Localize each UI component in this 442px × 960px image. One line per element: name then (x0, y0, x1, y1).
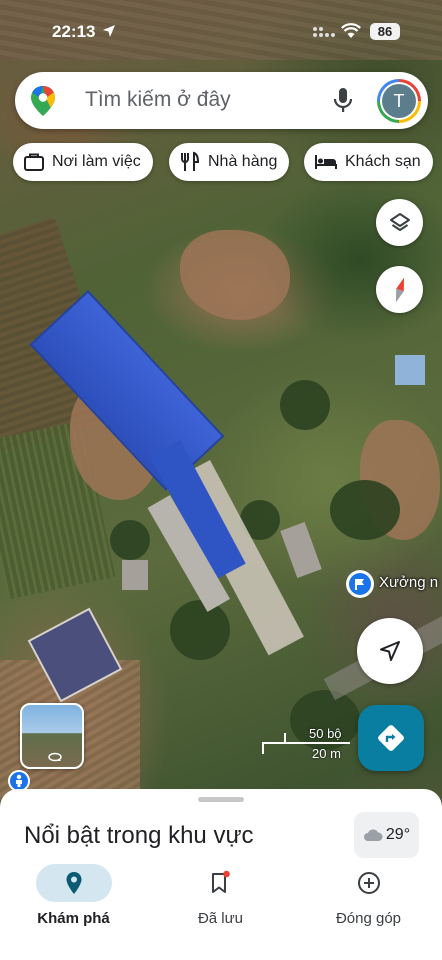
map-trees (110, 520, 150, 560)
nav-explore[interactable]: Khám phá (0, 860, 147, 932)
status-time: 22:13 (52, 22, 96, 41)
bottom-navigation: Khám phá Đã lưu Đóng góp (0, 860, 442, 960)
microphone-icon[interactable] (331, 86, 355, 116)
nav-pill (183, 864, 259, 902)
nav-contribute[interactable]: Đóng góp (295, 860, 442, 932)
nav-pill (331, 864, 407, 902)
weather-temp: 29° (385, 826, 411, 843)
plus-circle-icon (357, 872, 380, 894)
nav-label: Đóng góp (335, 910, 402, 927)
search-bar[interactable]: Tìm kiếm ở đây T (15, 72, 428, 129)
nav-label: Đã lưu (197, 910, 244, 927)
compass-button[interactable] (376, 266, 423, 313)
place-marker[interactable] (346, 570, 374, 598)
weather-badge[interactable]: 29° (354, 812, 419, 858)
nav-saved[interactable]: Đã lưu (147, 860, 294, 932)
chip-label: Khách sạn (345, 153, 421, 170)
bed-icon (315, 155, 337, 169)
map-house (280, 522, 322, 578)
compass-icon (395, 277, 404, 302)
place-label[interactable]: Xưởng n (379, 574, 438, 591)
sheet-title: Nổi bật trong khu vực (24, 822, 254, 849)
cloud-icon (363, 829, 383, 841)
wifi-icon (341, 23, 361, 38)
chip-restaurants[interactable]: Nhà hàng (169, 143, 290, 181)
scale-imperial: 50 bộ (309, 726, 342, 741)
navigation-arrow-icon (380, 641, 400, 661)
rotate-360-icon (48, 752, 62, 762)
map-trees (170, 600, 230, 660)
status-bar: 22:13 86 (0, 0, 442, 60)
scale-metric: 20 m (312, 746, 341, 761)
battery-indicator: 86 (370, 23, 400, 40)
map-house (395, 355, 425, 385)
map-trees (330, 480, 400, 540)
briefcase-icon (24, 153, 44, 171)
map-house (122, 560, 148, 590)
location-arrow-icon (103, 25, 115, 37)
flag-icon (355, 578, 364, 590)
scale-bar (262, 742, 350, 744)
fork-knife-icon (181, 151, 200, 171)
bookmark-icon (211, 870, 230, 893)
person-icon (16, 774, 22, 787)
layers-icon (389, 212, 410, 231)
maps-pin-logo-icon (31, 86, 55, 116)
chip-workplace[interactable]: Nơi làm việc (13, 143, 153, 181)
scale-tick (262, 742, 264, 754)
avatar-initial: T (382, 84, 416, 118)
layers-button[interactable] (376, 199, 423, 246)
account-avatar[interactable]: T (377, 79, 421, 123)
map-trees (280, 380, 330, 430)
map-dirt (180, 230, 290, 320)
search-input[interactable]: Tìm kiếm ở đây (85, 88, 231, 112)
explore-pin-icon (66, 872, 81, 894)
map-trees (290, 690, 360, 750)
my-location-button[interactable] (357, 618, 423, 684)
street-view-thumbnail[interactable] (20, 703, 84, 769)
sheet-drag-handle[interactable] (198, 797, 244, 802)
chip-label: Nhà hàng (208, 153, 278, 170)
chip-label: Nơi làm việc (52, 153, 141, 170)
chip-hotels[interactable]: Khách sạn (304, 143, 433, 181)
directions-button[interactable] (358, 705, 424, 771)
nav-pill (35, 864, 112, 902)
nav-label: Khám phá (37, 910, 110, 927)
directions-icon (378, 725, 404, 751)
signal-icon (313, 27, 335, 37)
